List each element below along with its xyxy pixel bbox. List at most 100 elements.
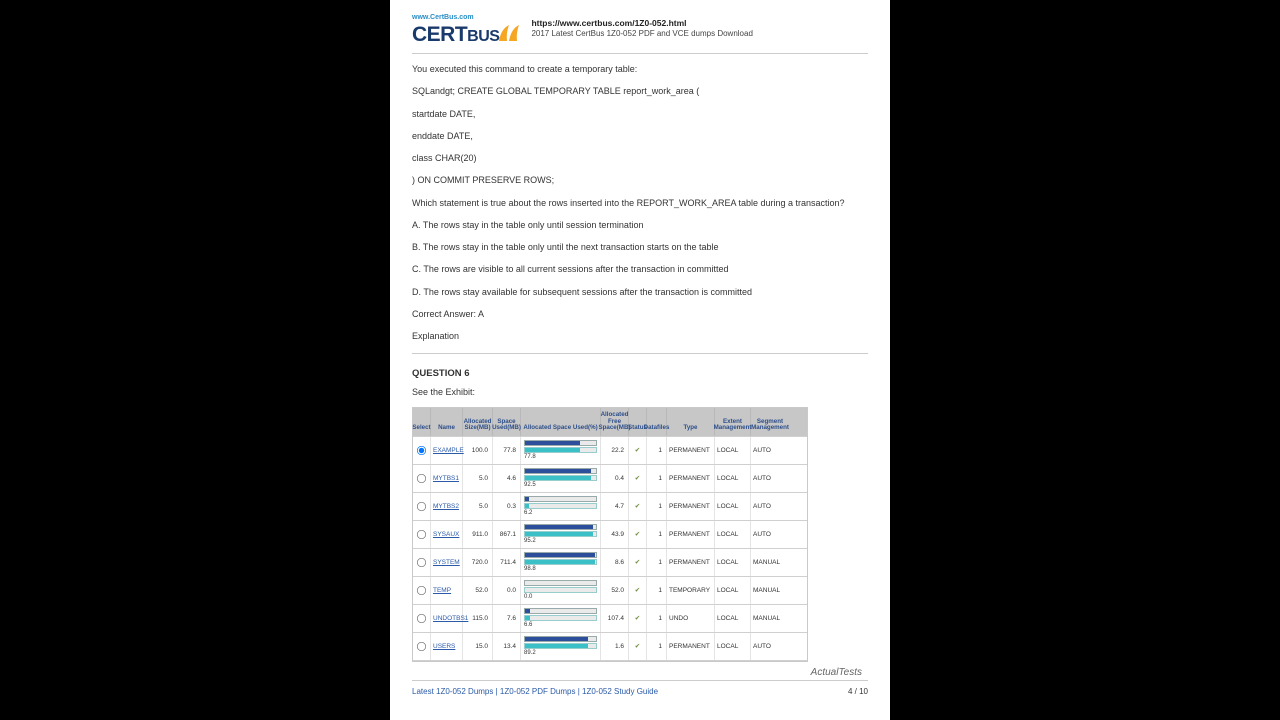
row-radio[interactable] [417,642,426,651]
row-status-icon: ✔ [629,605,647,632]
q-sql-3: enddate DATE, [412,131,868,142]
question-body: You executed this command to create a te… [412,64,868,342]
logo-main: CERT [412,24,467,45]
row-datafiles: 1 [647,605,667,632]
th-datafiles: Datafiles [647,408,667,436]
logo-url: www.CertBus.com [412,14,474,21]
th-seg: Segment Management [751,408,789,436]
row-select[interactable] [413,465,431,492]
row-type: PERMANENT [667,493,715,520]
row-ext: LOCAL [715,577,751,604]
row-seg: AUTO [751,465,789,492]
row-type: PERMANENT [667,549,715,576]
row-radio[interactable] [417,586,426,595]
row-name-link[interactable]: EXAMPLE [431,437,463,464]
row-name-link[interactable]: UNDOTBS1 [431,605,463,632]
row-seg: MANUAL [751,605,789,632]
table-row: UNDOTBS1115.07.66.6107.4✔1UNDOLOCALMANUA… [413,605,807,633]
logo: www.CertBus.com CERTBUS [412,14,521,45]
row-datafiles: 1 [647,521,667,548]
q-sql-4: class CHAR(20) [412,153,868,164]
question-separator [412,353,868,354]
row-select[interactable] [413,633,431,660]
table-row: MYTBS25.00.36.24.7✔1PERMANENTLOCALAUTO [413,493,807,521]
q-sql-5: ) ON COMMIT PRESERVE ROWS; [412,175,868,186]
row-used: 77.8 [493,437,521,464]
row-pct-bar: 95.2 [521,521,601,548]
row-select[interactable] [413,605,431,632]
row-pct-bar: 98.8 [521,549,601,576]
row-name-link[interactable]: SYSTEM [431,549,463,576]
row-free: 52.0 [601,577,629,604]
row-used: 4.6 [493,465,521,492]
q-answer: Correct Answer: A [412,309,868,320]
row-name-link[interactable]: USERS [431,633,463,660]
logo-brand: CERTBUS [412,21,521,45]
row-type: PERMANENT [667,521,715,548]
row-status-icon: ✔ [629,577,647,604]
row-alloc: 911.0 [463,521,493,548]
row-ext: LOCAL [715,465,751,492]
header-url-line: https://www.certbus.com/1Z0-052.html [531,18,752,29]
row-free: 22.2 [601,437,629,464]
row-pct-bar: 6.6 [521,605,601,632]
row-radio[interactable] [417,446,426,455]
row-alloc: 52.0 [463,577,493,604]
header-separator [412,53,868,54]
row-seg: AUTO [751,521,789,548]
row-datafiles: 1 [647,465,667,492]
row-pct-bar: 89.2 [521,633,601,660]
q-prompt: Which statement is true about the rows i… [412,198,868,209]
row-select[interactable] [413,493,431,520]
row-pct-bar: 6.2 [521,493,601,520]
row-used: 7.6 [493,605,521,632]
row-name-link[interactable]: MYTBS1 [431,465,463,492]
logo-suffix: BUS [467,29,499,45]
row-free: 43.9 [601,521,629,548]
document-page: www.CertBus.com CERTBUS https://www.cert… [390,0,890,720]
row-status-icon: ✔ [629,633,647,660]
logo-wing-icon [497,21,521,41]
row-free: 8.6 [601,549,629,576]
row-used: 13.4 [493,633,521,660]
row-alloc: 15.0 [463,633,493,660]
row-select[interactable] [413,549,431,576]
table-row: SYSTEM720.0711.498.88.6✔1PERMANENTLOCALM… [413,549,807,577]
row-select[interactable] [413,437,431,464]
row-seg: MANUAL [751,549,789,576]
row-status-icon: ✔ [629,493,647,520]
th-alloc: Allocated Size(MB) [463,408,493,436]
th-used: Space Used(MB) [493,408,521,436]
th-name: Name [431,408,463,436]
row-select[interactable] [413,577,431,604]
row-status-icon: ✔ [629,521,647,548]
th-select: Select [413,408,431,436]
row-radio[interactable] [417,558,426,567]
row-datafiles: 1 [647,633,667,660]
th-type: Type [667,408,715,436]
row-used: 867.1 [493,521,521,548]
row-radio[interactable] [417,530,426,539]
row-select[interactable] [413,521,431,548]
q-option-c: C. The rows are visible to all current s… [412,264,868,275]
row-radio[interactable] [417,474,426,483]
row-name-link[interactable]: MYTBS2 [431,493,463,520]
q-option-d: D. The rows stay available for subsequen… [412,287,868,298]
row-ext: LOCAL [715,633,751,660]
row-free: 0.4 [601,465,629,492]
row-name-link[interactable]: TEMP [431,577,463,604]
row-name-link[interactable]: SYSAUX [431,521,463,548]
row-free: 107.4 [601,605,629,632]
table-row: TEMP52.00.00.052.0✔1TEMPORARYLOCALMANUAL [413,577,807,605]
row-alloc: 5.0 [463,465,493,492]
row-status-icon: ✔ [629,437,647,464]
row-ext: LOCAL [715,605,751,632]
row-datafiles: 1 [647,577,667,604]
page-header: www.CertBus.com CERTBUS https://www.cert… [412,14,868,45]
row-pct-bar: 92.5 [521,465,601,492]
footer-links[interactable]: Latest 1Z0-052 Dumps | 1Z0-052 PDF Dumps… [412,687,658,696]
row-radio[interactable] [417,614,426,623]
row-type: PERMANENT [667,437,715,464]
row-alloc: 720.0 [463,549,493,576]
row-radio[interactable] [417,502,426,511]
